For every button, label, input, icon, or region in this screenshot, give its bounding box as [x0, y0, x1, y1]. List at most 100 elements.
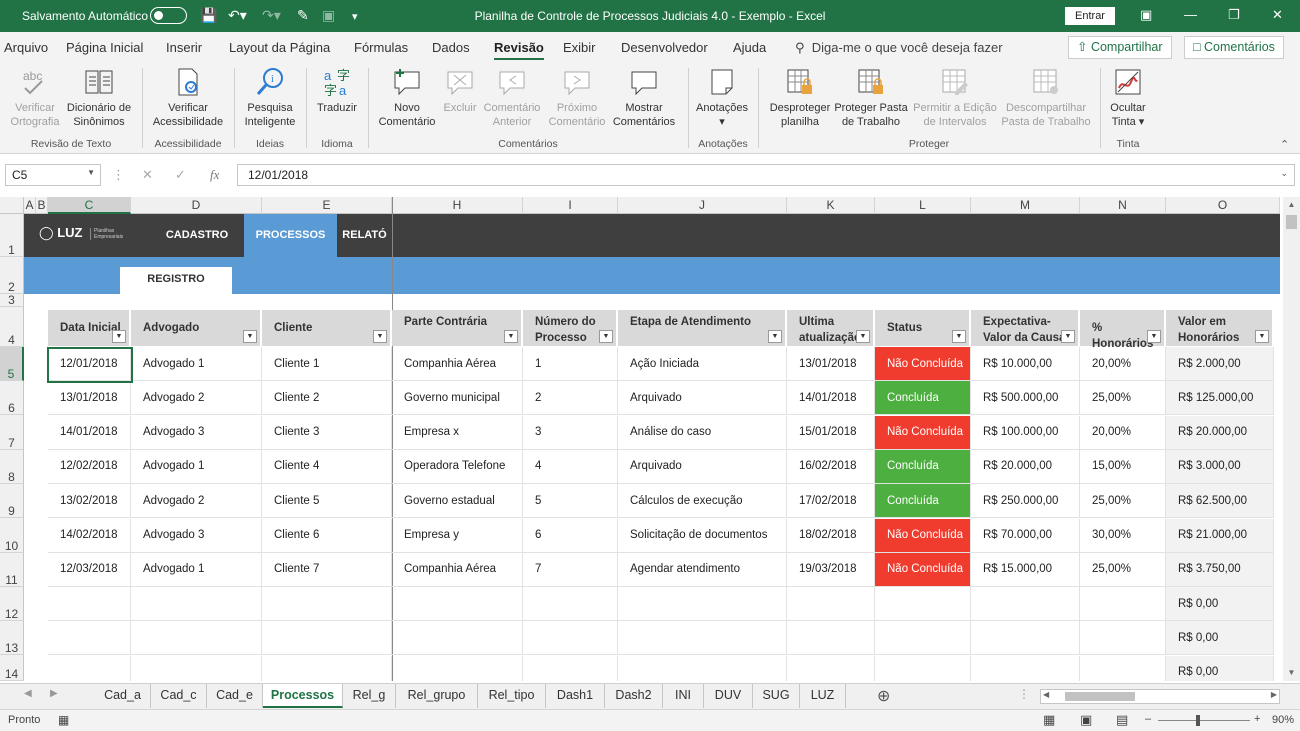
show-comments-button[interactable]: Mostrar Comentários [610, 66, 678, 129]
customize-qat-icon[interactable]: ▾ [352, 10, 358, 23]
table-cell[interactable]: Cliente 2 [262, 381, 392, 416]
thesaurus-button[interactable]: Dicionário de Sinônimos [63, 66, 135, 129]
table-cell[interactable] [971, 621, 1080, 656]
table-cell[interactable]: 30,00% [1080, 518, 1166, 553]
table-cell[interactable]: 12/03/2018 [48, 552, 131, 587]
table-cell[interactable]: R$ 0,00 [1166, 655, 1274, 681]
table-cell[interactable]: R$ 20.000,00 [971, 449, 1080, 484]
table-cell[interactable]: 19/03/2018 [787, 552, 875, 587]
comments-button[interactable]: □ Comentários [1184, 36, 1284, 59]
allow-edit-ranges-button[interactable]: Permitir a Edição de Intervalos [910, 66, 1000, 129]
table-cell[interactable]: Cliente 4 [262, 449, 392, 484]
table-cell[interactable]: 3 [523, 415, 618, 450]
undo-icon[interactable]: ↶▾ [228, 7, 247, 24]
scroll-thumb[interactable] [1286, 215, 1297, 229]
status-badge[interactable]: Não Concluída [875, 347, 971, 381]
table-cell[interactable]: 15/01/2018 [787, 415, 875, 450]
unprotect-sheet-button[interactable]: Desproteger planilha [764, 66, 836, 129]
row-header-6[interactable]: 6 [0, 381, 24, 415]
column-header-i[interactable]: I [523, 197, 618, 214]
new-comment-button[interactable]: Novo Comentário [374, 66, 440, 129]
table-cell[interactable]: Advogado 3 [131, 518, 262, 553]
table-cell[interactable]: Arquivado [618, 449, 787, 484]
column-header-k[interactable]: K [787, 197, 875, 214]
table-cell[interactable] [262, 587, 392, 622]
table-cell[interactable] [392, 621, 523, 656]
table-cell[interactable] [523, 587, 618, 622]
table-cell[interactable]: 4 [523, 449, 618, 484]
row-header-7[interactable]: 7 [0, 415, 24, 450]
status-badge[interactable]: Não Concluída [875, 552, 971, 587]
page-break-icon[interactable]: ▤ [1116, 712, 1128, 728]
table-cell[interactable]: R$ 21.000,00 [1166, 518, 1274, 553]
table-cell[interactable]: R$ 125.000,00 [1166, 381, 1274, 416]
sheet-tab-rel_tipo[interactable]: Rel_tipo [478, 684, 546, 708]
sheet-tab-sug[interactable]: SUG [753, 684, 800, 708]
table-cell[interactable] [523, 621, 618, 656]
table-cell[interactable]: Cliente 7 [262, 552, 392, 587]
horizontal-scrollbar[interactable]: ◀ ▶ [1040, 689, 1280, 704]
row-header-14[interactable]: 14 [0, 655, 24, 681]
macro-record-icon[interactable]: ▦ [58, 713, 69, 727]
sheet-tab-ini[interactable]: INI [663, 684, 704, 708]
table-cell[interactable] [971, 655, 1080, 681]
table-cell[interactable] [48, 621, 131, 656]
scroll-left-icon[interactable]: ◀ [1043, 690, 1049, 699]
table-cell[interactable]: 20,00% [1080, 347, 1166, 381]
table-cell[interactable] [131, 655, 262, 681]
table-cell[interactable]: 13/01/2018 [48, 381, 131, 416]
menu-ajuda[interactable]: Ajuda [733, 40, 766, 55]
column-header-e[interactable]: E [262, 197, 392, 214]
filter-dropdown-icon[interactable]: ▼ [243, 330, 257, 343]
table-cell[interactable]: Advogado 1 [131, 449, 262, 484]
sheet-tab-cad_c[interactable]: Cad_c [151, 684, 207, 708]
table-cell[interactable]: Advogado 1 [131, 347, 262, 381]
row-header-12[interactable]: 12 [0, 587, 24, 621]
filter-dropdown-icon[interactable]: ▼ [1061, 330, 1075, 343]
zoom-level[interactable]: 90% [1272, 714, 1294, 726]
table-cell[interactable]: Arquivado [618, 381, 787, 416]
notes-button[interactable]: Anotações ▾ [692, 66, 752, 129]
table-cell[interactable]: Empresa x [392, 415, 523, 450]
ribbon-display-icon[interactable]: ▣ [1140, 7, 1152, 23]
status-badge[interactable]: Concluída [875, 449, 971, 484]
table-cell[interactable]: R$ 10.000,00 [971, 347, 1080, 381]
camera-icon[interactable]: ▣ [322, 7, 335, 24]
spreadsheet-grid[interactable]: ABCDEHIJKLMNO 1 2 3 4 5 6 7 8 9 10 11 12 13 14 ◯ LUZ … [0, 197, 1300, 681]
table-cell[interactable] [262, 621, 392, 656]
filter-dropdown-icon[interactable]: ▼ [504, 330, 518, 343]
table-cell[interactable]: 20,00% [1080, 415, 1166, 450]
add-sheet-icon[interactable]: ⊕ [877, 686, 890, 706]
collapse-ribbon-icon[interactable]: ⌃ [1280, 138, 1289, 151]
table-cell[interactable]: R$ 250.000,00 [971, 484, 1080, 519]
table-cell[interactable] [787, 655, 875, 681]
table-cell[interactable] [787, 587, 875, 622]
next-comment-button[interactable]: Próximo Comentário [544, 66, 610, 129]
table-cell[interactable]: 6 [523, 518, 618, 553]
table-cell[interactable]: Cliente 1 [262, 347, 392, 381]
scroll-right-icon[interactable]: ▶ [1271, 690, 1277, 699]
sheet-tab-dash1[interactable]: Dash1 [546, 684, 605, 708]
enter-icon[interactable]: ✓ [175, 167, 186, 183]
minimize-button[interactable]: — [1184, 7, 1197, 22]
table-cell[interactable] [875, 621, 971, 656]
name-box[interactable]: C5 ▼ [5, 164, 101, 186]
table-cell[interactable]: Advogado 2 [131, 381, 262, 416]
expand-formula-icon[interactable]: ⌄ [1280, 168, 1288, 179]
table-cell[interactable]: Cliente 3 [262, 415, 392, 450]
table-cell[interactable]: 25,00% [1080, 381, 1166, 416]
filter-dropdown-icon[interactable]: ▼ [599, 330, 613, 343]
table-cell[interactable]: 12/02/2018 [48, 449, 131, 484]
row-header-13[interactable]: 13 [0, 621, 24, 655]
table-cell[interactable]: 25,00% [1080, 552, 1166, 587]
column-header-a[interactable]: A [24, 197, 36, 214]
nav-cadastro[interactable]: CADASTRO [154, 214, 240, 257]
table-cell[interactable] [392, 655, 523, 681]
insert-function-icon[interactable]: fx [210, 167, 219, 183]
restore-button[interactable]: ❐ [1228, 7, 1240, 23]
table-cell[interactable]: 16/02/2018 [787, 449, 875, 484]
close-button[interactable]: ✕ [1272, 7, 1283, 23]
column-header-j[interactable]: J [618, 197, 787, 214]
row-header-2[interactable]: 2 [0, 257, 24, 294]
table-cell[interactable] [131, 587, 262, 622]
